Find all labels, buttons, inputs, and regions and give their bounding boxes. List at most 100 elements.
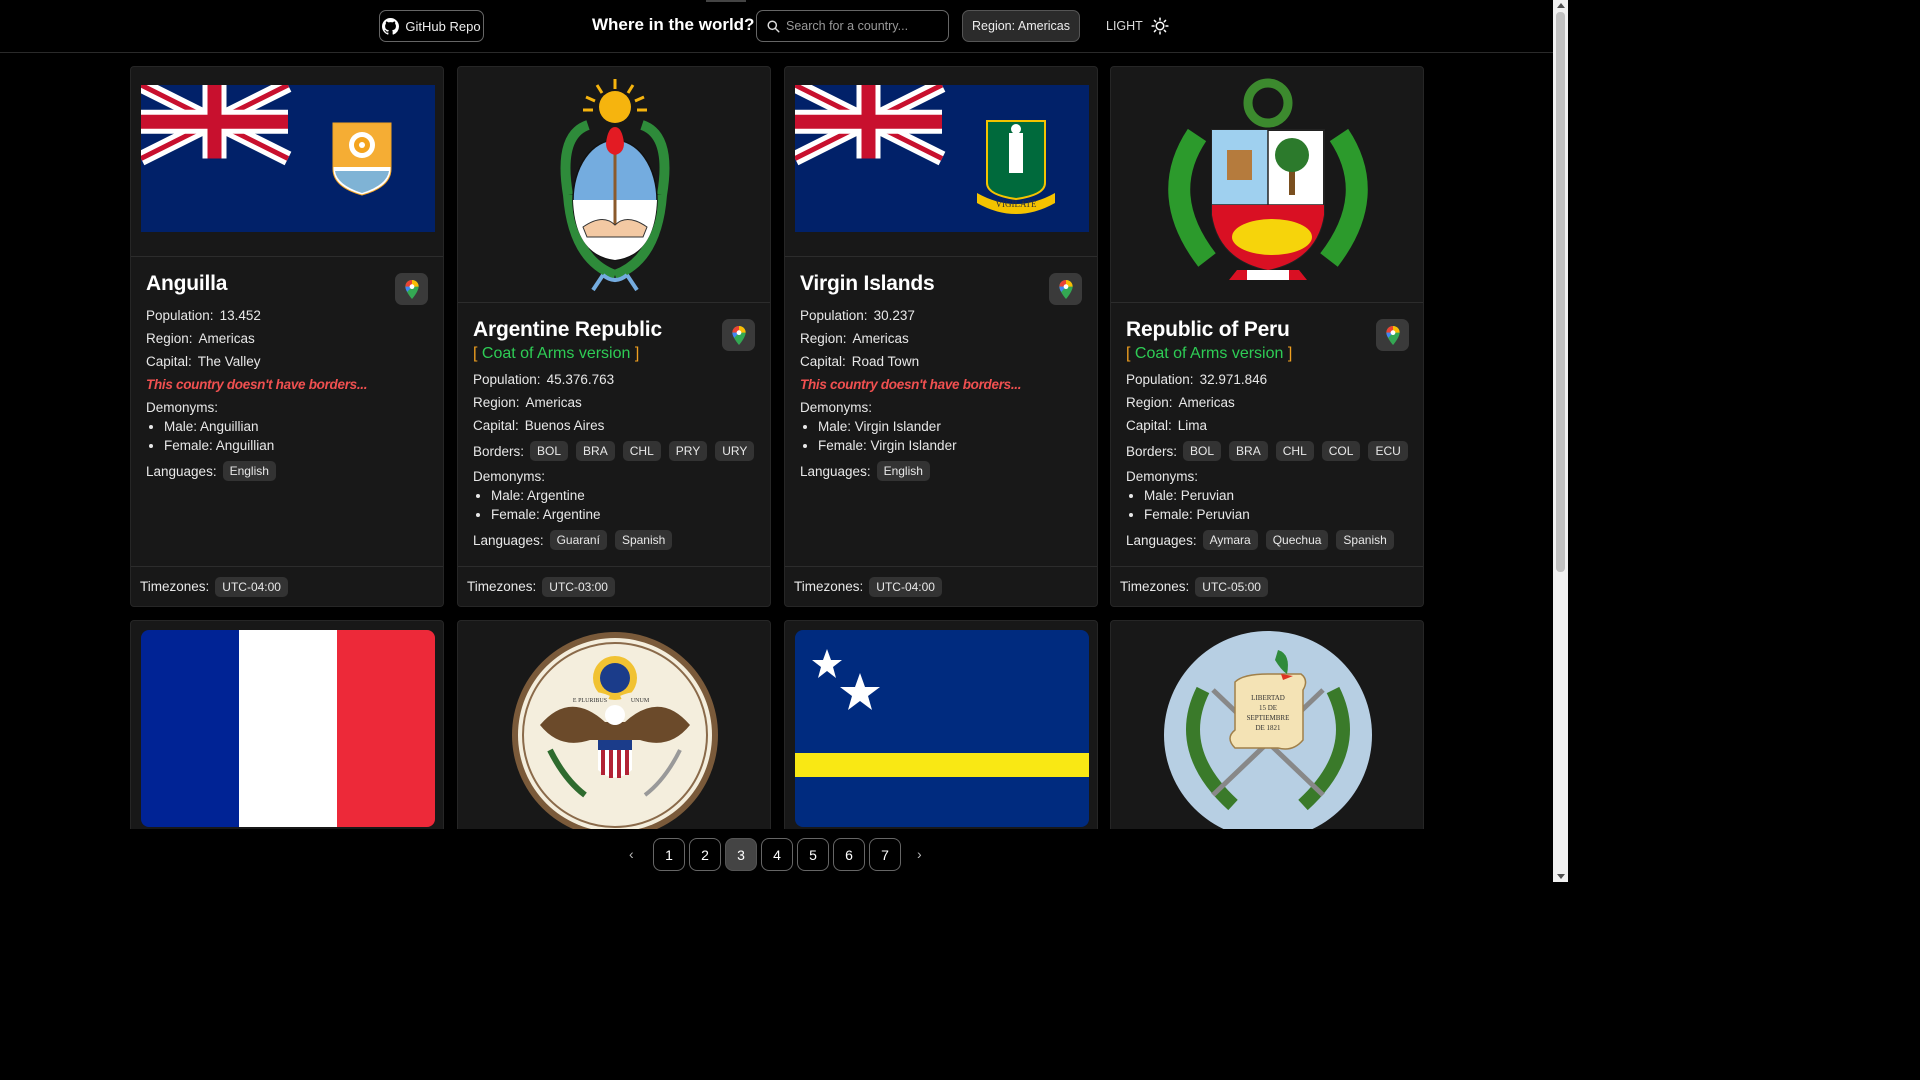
capital-value: Lima (1177, 418, 1208, 433)
country-name: Virgin Islands (800, 272, 935, 295)
coat-of-arms-label: [ Coat of Arms version ] (473, 345, 640, 362)
argentina-coat-of-arms (560, 79, 670, 292)
language-pill: Spanish (1336, 530, 1394, 550)
page-button-5[interactable]: 5 (797, 838, 829, 871)
region-value: Americas (198, 331, 255, 346)
google-maps-button[interactable] (1049, 273, 1082, 305)
page-button-1[interactable]: 1 (653, 838, 685, 871)
country-card-argentina[interactable]: Argentine Republic [ Coat of Arms versio… (457, 66, 771, 607)
language-pill: Spanish (614, 530, 673, 550)
border-pill[interactable]: BRA (1229, 441, 1268, 461)
capital-row: Capital: The Valley (146, 354, 261, 369)
france-flag (141, 630, 435, 827)
bvi-motto: VIGILATE (996, 199, 1037, 209)
page-button-3[interactable]: 3 (725, 838, 757, 871)
card-body: Republic of Peru [ Coat of Arms version … (1126, 318, 1408, 550)
country-card-guatemala[interactable]: LIBERTAD 15 DE SEPTIEMBRE DE 1821 (1110, 620, 1424, 850)
demonym-male: Male: Virgin Islander (818, 419, 1082, 434)
capital-value: Buenos Aires (524, 418, 605, 433)
language-pill: English (876, 461, 930, 481)
timezones-footer: Timezones: UTC-04:00 (785, 566, 1097, 606)
guatemala-scroll-line-2: 15 DE (1259, 704, 1277, 712)
region-value: Americas (852, 331, 909, 346)
languages-row: Languages: English (800, 461, 1082, 481)
language-pill: English (222, 461, 276, 481)
header-accent-line (706, 0, 746, 2)
timezone-pill: UTC-04:00 (869, 576, 942, 597)
scroll-down-arrow[interactable] (1557, 874, 1565, 879)
next-page-button[interactable]: › (917, 846, 922, 862)
border-pill[interactable]: URY (715, 441, 755, 461)
top-header: GitHub Repo Where in the world? Region: … (0, 0, 1553, 53)
map-pin-icon (1385, 325, 1400, 345)
github-repo-label: GitHub Repo (405, 18, 481, 34)
search-box[interactable] (756, 10, 949, 42)
timezone-pill: UTC-05:00 (1195, 576, 1268, 597)
search-icon (767, 19, 780, 33)
timezone-pill: UTC-03:00 (542, 576, 615, 597)
languages-row: Languages: Guaraní Spanish (473, 530, 755, 550)
border-pill[interactable]: CHL (622, 441, 661, 461)
google-maps-button[interactable] (1376, 319, 1409, 351)
usa-motto-left: E PLURIBUS (573, 698, 607, 704)
population-value: 13.452 (219, 308, 261, 323)
region-value: Americas (525, 395, 582, 410)
curacao-flag (795, 630, 1089, 827)
country-card-anguilla[interactable]: Anguilla Population: 13.452 Region: Americ… (130, 66, 444, 607)
github-repo-button[interactable]: GitHub Repo (379, 10, 484, 42)
border-pill[interactable]: COL (1321, 441, 1361, 461)
scroll-up-arrow[interactable] (1557, 3, 1565, 8)
google-maps-button[interactable] (395, 273, 428, 305)
prev-page-button[interactable]: ‹ (629, 846, 634, 862)
country-card-virgin-islands[interactable]: VIGILATE Virgin Islands Population: 30.23… (784, 66, 1098, 607)
region-filter-button[interactable]: Region: Americas (962, 10, 1080, 42)
guatemala-scroll-line-4: DE 1821 (1255, 724, 1281, 732)
peru-coat-of-arms (1168, 78, 1368, 280)
card-body: Virgin Islands Population: 30.237 Region:… (800, 272, 1082, 481)
scroll-thumb[interactable] (1556, 12, 1565, 572)
border-pill[interactable]: PRY (668, 441, 708, 461)
page-button-7[interactable]: 7 (869, 838, 901, 871)
capital-value: The Valley (197, 354, 261, 369)
languages-row: Languages: English (146, 461, 428, 481)
population-row: Population: 13.452 (146, 308, 261, 323)
country-card-peru[interactable]: Republic of Peru [ Coat of Arms version … (1110, 66, 1424, 607)
border-pill[interactable]: BOL (530, 441, 569, 461)
border-pill[interactable]: BOL (1183, 441, 1222, 461)
vertical-scrollbar[interactable] (1553, 0, 1568, 882)
country-card-france[interactable] (130, 620, 444, 850)
card-image-area (1111, 67, 1423, 303)
page-button-4[interactable]: 4 (761, 838, 793, 871)
sun-icon (1151, 17, 1169, 35)
timezones-footer: Timezones: UTC-05:00 (1111, 566, 1423, 606)
google-maps-button[interactable] (722, 319, 755, 351)
demonym-female: Female: Anguillian (164, 438, 428, 453)
usa-great-seal: E PLURIBUS UNUM (512, 632, 718, 838)
page-button-2[interactable]: 2 (689, 838, 721, 871)
capital-row: Capital: Buenos Aires (473, 418, 605, 433)
coat-of-arms-label: [ Coat of Arms version ] (1126, 345, 1293, 362)
country-card-curacao[interactable] (784, 620, 1098, 850)
country-card-usa[interactable]: E PLURIBUS UNUM (457, 620, 771, 850)
guatemala-coat-of-arms: LIBERTAD 15 DE SEPTIEMBRE DE 1821 (1164, 631, 1372, 839)
demonyms: Demonyms: Male: ArgentineFemale: Argenti… (473, 469, 755, 522)
language-pill: Quechua (1265, 530, 1329, 550)
region-row: Region: Americas (146, 331, 255, 346)
map-pin-icon (1058, 279, 1073, 299)
capital-value: Road Town (851, 354, 920, 369)
borders-row: Borders: BOL BRA CHL COL ECU (1126, 441, 1408, 461)
border-pill[interactable]: CHL (1275, 441, 1314, 461)
border-pill[interactable]: ECU (1368, 441, 1408, 461)
page-button-6[interactable]: 6 (833, 838, 865, 871)
usa-motto-right: UNUM (631, 698, 650, 704)
timezone-pill: UTC-04:00 (215, 576, 288, 597)
country-name: Anguilla (146, 272, 228, 295)
search-input[interactable] (786, 19, 936, 33)
no-borders-message: This country doesn't have borders... (800, 377, 1022, 392)
guatemala-scroll-line-3: SEPTIEMBRE (1247, 714, 1290, 722)
border-pill[interactable]: BRA (576, 441, 615, 461)
demonym-male: Male: Argentine (491, 488, 755, 503)
theme-toggle[interactable]: LIGHT (1106, 17, 1169, 35)
capital-row: Capital: Lima (1126, 418, 1208, 433)
demonyms: Demonyms: Male: AnguillianFemale: Anguil… (146, 400, 428, 453)
